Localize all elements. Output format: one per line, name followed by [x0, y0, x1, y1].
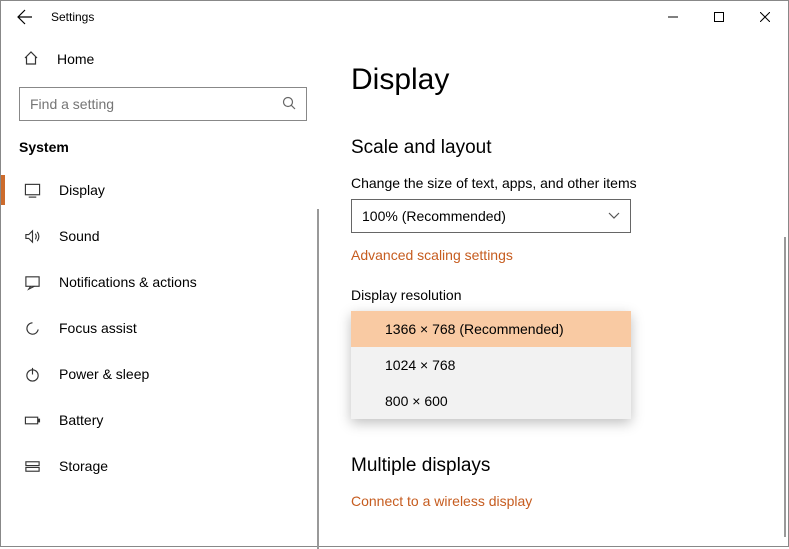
home-label: Home — [57, 51, 94, 67]
scale-control-label: Change the size of text, apps, and other… — [351, 175, 754, 191]
scale-dropdown[interactable]: 100% (Recommended) — [351, 199, 631, 233]
section-label: System — [1, 135, 321, 167]
search-icon — [282, 96, 296, 113]
nav-item-focus-assist[interactable]: Focus assist — [1, 305, 321, 351]
nav-item-label: Sound — [59, 228, 99, 244]
nav-item-sound[interactable]: Sound — [1, 213, 321, 259]
notifications-icon — [23, 273, 41, 291]
nav-item-label: Notifications & actions — [59, 274, 197, 290]
back-button[interactable] — [9, 1, 41, 33]
wireless-display-link[interactable]: Connect to a wireless display — [351, 493, 754, 509]
sidebar: Home System Display Sound Notifica — [1, 33, 321, 546]
resolution-label: Display resolution — [351, 287, 754, 303]
nav-item-label: Focus assist — [59, 320, 137, 336]
nav-item-label: Storage — [59, 458, 108, 474]
titlebar: Settings — [1, 1, 788, 33]
maximize-button[interactable] — [696, 1, 742, 33]
chevron-down-icon — [608, 209, 620, 223]
nav-item-display[interactable]: Display — [1, 167, 321, 213]
storage-icon — [23, 457, 41, 475]
minimize-icon — [668, 12, 678, 22]
nav-item-label: Power & sleep — [59, 366, 149, 382]
nav-item-power-sleep[interactable]: Power & sleep — [1, 351, 321, 397]
nav-item-label: Battery — [59, 412, 103, 428]
minimize-button[interactable] — [650, 1, 696, 33]
main-scrollbar[interactable] — [784, 237, 786, 537]
battery-icon — [23, 411, 41, 429]
back-arrow-icon — [17, 9, 33, 25]
close-icon — [760, 12, 770, 22]
multiple-displays-title: Multiple displays — [351, 455, 754, 477]
nav-item-storage[interactable]: Storage — [1, 443, 321, 489]
power-icon — [23, 365, 41, 383]
nav-item-notifications[interactable]: Notifications & actions — [1, 259, 321, 305]
nav-item-label: Display — [59, 182, 105, 198]
resolution-option[interactable]: 1366 × 768 (Recommended) — [351, 311, 631, 347]
focus-assist-icon — [23, 319, 41, 337]
resolution-dropdown-open[interactable]: 1366 × 768 (Recommended) 1024 × 768 800 … — [351, 311, 631, 419]
maximize-icon — [714, 12, 724, 22]
home-nav-item[interactable]: Home — [1, 39, 321, 79]
display-icon — [23, 181, 41, 199]
search-input[interactable] — [30, 96, 282, 112]
close-button[interactable] — [742, 1, 788, 33]
resolution-option[interactable]: 1024 × 768 — [351, 347, 631, 383]
scale-group-title: Scale and layout — [351, 137, 754, 159]
search-box[interactable] — [19, 87, 307, 121]
resolution-option[interactable]: 800 × 600 — [351, 383, 631, 419]
page-title: Display — [351, 63, 754, 97]
home-icon — [23, 50, 39, 69]
advanced-scaling-link[interactable]: Advanced scaling settings — [351, 247, 754, 263]
sound-icon — [23, 227, 41, 245]
scale-value: 100% (Recommended) — [362, 208, 506, 224]
window-title: Settings — [51, 10, 94, 24]
nav-item-battery[interactable]: Battery — [1, 397, 321, 443]
main-pane: Display Scale and layout Change the size… — [321, 33, 788, 546]
sidebar-scrollbar[interactable] — [317, 209, 319, 549]
